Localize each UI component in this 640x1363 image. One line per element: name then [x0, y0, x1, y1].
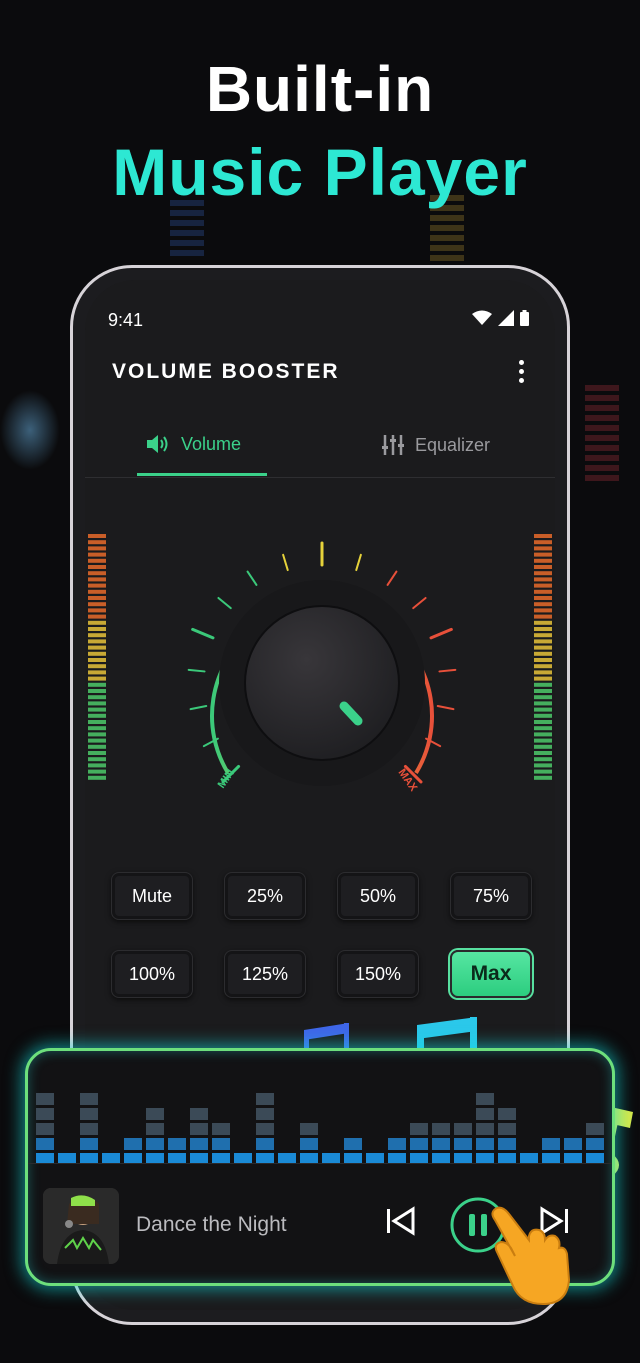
- eq-cell: [256, 1108, 274, 1120]
- eq-cell: [476, 1138, 494, 1150]
- eq-cell: [586, 1138, 604, 1150]
- knob-tick: [386, 570, 398, 586]
- eq-cell: [388, 1138, 406, 1150]
- knob-tick: [217, 596, 232, 610]
- album-art-image: [43, 1188, 119, 1264]
- eq-cell: [410, 1138, 428, 1150]
- app-title: VOLUME BOOSTER: [112, 360, 340, 383]
- status-icons: [472, 310, 529, 326]
- eq-cell: [498, 1138, 516, 1150]
- knob-tick: [429, 627, 453, 640]
- preset-button-100-percent[interactable]: 100%: [111, 950, 193, 998]
- tab-volume-label: Volume: [181, 433, 242, 454]
- eq-cell: [300, 1123, 318, 1135]
- battery-icon: [520, 310, 529, 326]
- song-title: Dance the Night: [136, 1213, 287, 1236]
- status-time: 9:41: [108, 310, 144, 330]
- signal-icon: [498, 310, 514, 326]
- eq-cell: [146, 1123, 164, 1135]
- eq-cell: [586, 1123, 604, 1135]
- eq-cell: [168, 1138, 186, 1150]
- headline-line-2: Music Player: [112, 135, 528, 209]
- skip-previous-icon: [387, 1206, 415, 1236]
- knob-tick: [187, 668, 206, 673]
- eq-cell: [80, 1108, 98, 1120]
- eq-cell: [564, 1138, 582, 1150]
- knob-tick: [189, 705, 208, 711]
- tab-equalizer-label: Equalizer: [415, 434, 491, 455]
- eq-cell: [542, 1138, 560, 1150]
- eq-cell: [212, 1138, 230, 1150]
- knob-tick: [355, 553, 362, 572]
- knob-tick: [436, 705, 455, 711]
- pointing-hand-icon: [485, 1200, 575, 1315]
- eq-cell: [432, 1123, 450, 1135]
- preset-button-max[interactable]: Max: [450, 950, 532, 998]
- eq-cell: [36, 1138, 54, 1150]
- eq-cell: [344, 1138, 362, 1150]
- eq-cell: [454, 1123, 472, 1135]
- meter-segment: [534, 534, 552, 538]
- eq-cell: [80, 1093, 98, 1105]
- preset-button-25-percent[interactable]: 25%: [224, 872, 306, 920]
- eq-cell: [190, 1108, 208, 1120]
- more-options-icon[interactable]: [517, 360, 525, 388]
- eq-cell: [256, 1138, 274, 1150]
- knob-tick: [282, 553, 289, 572]
- eq-cell: [410, 1123, 428, 1135]
- volume-knob[interactable]: MIN MAX: [85, 540, 555, 840]
- eq-cell: [498, 1123, 516, 1135]
- eq-cell: [124, 1138, 142, 1150]
- knob-tick: [191, 627, 215, 640]
- eq-cell: [146, 1108, 164, 1120]
- preset-button-150-percent[interactable]: 150%: [337, 950, 419, 998]
- active-tab-indicator: [137, 473, 267, 476]
- eq-cell: [80, 1138, 98, 1150]
- eq-cell: [432, 1138, 450, 1150]
- eq-cell: [36, 1108, 54, 1120]
- preset-button-125-percent[interactable]: 125%: [224, 950, 306, 998]
- headline-line-1: Built-in: [205, 53, 435, 125]
- player-equalizer-visual: [36, 1093, 604, 1164]
- tab-bar: Volume Equalizer: [85, 425, 555, 478]
- eq-cell: [476, 1108, 494, 1120]
- eq-cell: [476, 1093, 494, 1105]
- wifi-icon: [472, 310, 492, 325]
- knob-tick: [246, 570, 258, 586]
- tab-equalizer[interactable]: Equalizer: [381, 433, 490, 457]
- knob-tick: [412, 596, 427, 610]
- album-art[interactable]: [43, 1188, 119, 1264]
- preset-button-75-percent[interactable]: 75%: [450, 872, 532, 920]
- meter-segment: [88, 534, 106, 538]
- eq-cell: [454, 1138, 472, 1150]
- eq-cell: [190, 1138, 208, 1150]
- eq-cell: [36, 1123, 54, 1135]
- knob-tick: [438, 668, 457, 673]
- sliders-icon: [382, 435, 404, 455]
- preset-button-mute[interactable]: Mute: [111, 872, 193, 920]
- eq-cell: [256, 1123, 274, 1135]
- eq-cell: [146, 1138, 164, 1150]
- previous-button[interactable]: [383, 1201, 419, 1246]
- eq-cell: [256, 1093, 274, 1105]
- eq-cell: [212, 1123, 230, 1135]
- eq-cell: [476, 1123, 494, 1135]
- tab-volume[interactable]: Volume: [145, 433, 241, 455]
- eq-cell: [80, 1123, 98, 1135]
- eq-cell: [300, 1138, 318, 1150]
- eq-cell: [36, 1093, 54, 1105]
- preset-button-50-percent[interactable]: 50%: [337, 872, 419, 920]
- eq-cell: [190, 1123, 208, 1135]
- player-divider: [28, 1163, 612, 1164]
- speaker-icon: [147, 435, 168, 453]
- eq-cell: [498, 1108, 516, 1120]
